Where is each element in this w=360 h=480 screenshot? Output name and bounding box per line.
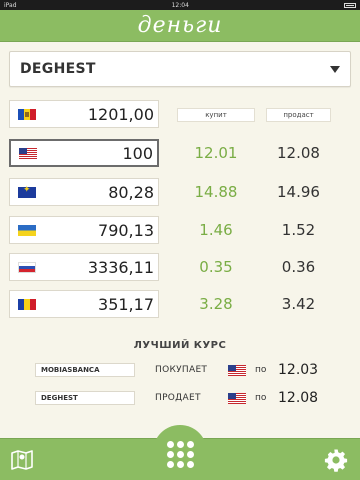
buy-rate-ron: 3.28 — [199, 295, 233, 313]
amount-value: 80,28 — [108, 182, 154, 202]
battery-indicator — [344, 2, 356, 8]
amount-value: 100 — [122, 143, 153, 163]
sell-rate-usd: 12.08 — [277, 144, 320, 162]
status-bar: iPad 12:04 — [0, 0, 360, 10]
best-buy-bank[interactable]: MOBIASBANCA — [35, 363, 135, 377]
buy-column-header: купит — [177, 108, 255, 122]
best-rate-title: ЛУЧШИЙ КУРС — [133, 340, 227, 351]
sell-rate-rub: 0.36 — [281, 258, 316, 276]
app-title: деньги — [137, 13, 223, 38]
amount-field-rub[interactable]: 3336,11 — [9, 253, 159, 281]
device-label: iPad — [4, 1, 17, 9]
best-buy-rate: 12.03 — [278, 362, 319, 378]
sell-rate-eur: 14.96 — [277, 183, 320, 201]
amount-value: 351,17 — [98, 294, 154, 314]
romania-flag-icon — [18, 298, 36, 310]
best-sell-action: ПРОДАЕТ — [155, 393, 201, 403]
amount-value: 1201,00 — [87, 104, 154, 124]
gear-icon[interactable] — [324, 448, 348, 472]
bank-select-value: DEGHEST — [20, 61, 96, 77]
best-buy-po: по — [255, 365, 267, 375]
amount-field-uah[interactable]: 790,13 — [9, 216, 159, 244]
buy-rate-rub: 0.35 — [199, 258, 233, 276]
ukraine-flag-icon — [18, 224, 36, 236]
status-time: 12:04 — [171, 1, 189, 9]
sell-column-header: продаст — [266, 108, 331, 122]
amount-field-mdl[interactable]: 1201,00 — [9, 100, 159, 128]
amount-field-usd[interactable]: 100 — [9, 139, 159, 167]
battery-icon — [344, 2, 356, 8]
best-sell-rate: 12.08 — [278, 390, 319, 406]
best-sell-po: по — [255, 393, 267, 403]
chevron-down-icon — [330, 65, 340, 73]
buy-rate-eur: 14.88 — [194, 183, 238, 201]
grid-menu-button[interactable] — [153, 425, 207, 479]
eu-flag-icon — [18, 185, 36, 198]
grid-menu-icon — [166, 440, 194, 468]
sell-rate-ron: 3.42 — [281, 295, 316, 313]
buy-rate-usd: 12.01 — [194, 144, 238, 162]
map-icon[interactable] — [10, 447, 34, 471]
app-header: деньги — [0, 10, 360, 42]
moldova-flag-icon — [18, 108, 36, 120]
usa-flag-icon — [19, 147, 37, 159]
sell-rate-uah: 1.52 — [281, 221, 316, 239]
best-buy-action: ПОКУПАЕТ — [155, 365, 208, 375]
amount-value: 3336,11 — [87, 257, 154, 277]
bank-select[interactable]: DEGHEST — [9, 51, 351, 87]
amount-value: 790,13 — [98, 220, 154, 240]
usa-flag-icon — [228, 393, 246, 404]
buy-rate-uah: 1.46 — [199, 221, 233, 239]
russia-flag-icon — [18, 261, 36, 273]
amount-field-eur[interactable]: 80,28 — [9, 178, 159, 206]
best-sell-bank[interactable]: DEGHEST — [35, 391, 135, 405]
usa-flag-icon — [228, 365, 246, 376]
amount-field-ron[interactable]: 351,17 — [9, 290, 159, 318]
